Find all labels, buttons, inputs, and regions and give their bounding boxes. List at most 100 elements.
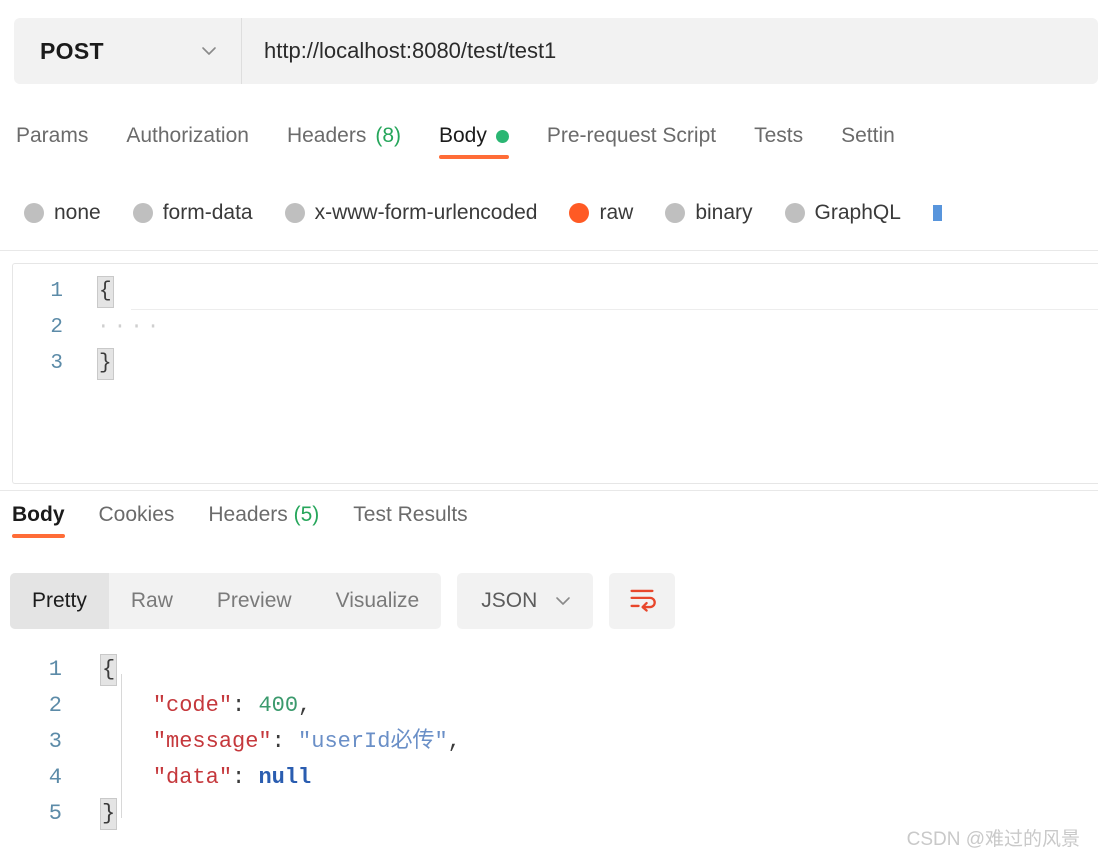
json-value-message: "userId必传" — [298, 729, 448, 754]
line-number: 3 — [48, 729, 62, 754]
body-type-form-data[interactable]: form-data — [132, 201, 253, 225]
request-code-area: 1 { 2 ···· 3 } — [13, 264, 1098, 382]
tab-headers-label: Headers — [286, 124, 367, 147]
view-mode-pretty-label: Pretty — [32, 589, 87, 612]
tab-body[interactable]: Body — [439, 112, 509, 164]
body-type-binary-label: binary — [695, 201, 753, 224]
code-token-brace: } — [100, 798, 118, 830]
radio-selected-icon — [569, 203, 590, 223]
response-tab-headers-label: Headers — [208, 503, 288, 526]
table-row: 4 "data" : null — [0, 760, 1098, 796]
response-tab-bar: Body Cookies Headers (5) Test Results — [0, 495, 1098, 549]
body-type-x-www-form-urlencoded[interactable]: x-www-form-urlencoded — [284, 201, 538, 225]
response-body-code[interactable]: 1 { 2 "code" : 400 , 3 "message" : "user… — [0, 652, 1098, 832]
indent-guide — [121, 674, 122, 818]
active-line-underline — [131, 309, 1098, 310]
table-row: 3 "message" : "userId必传" , — [0, 724, 1098, 760]
tab-authorization[interactable]: Authorization — [126, 112, 249, 164]
response-toolbar: Pretty Raw Preview Visualize JSON — [10, 573, 676, 629]
divider-body-top — [0, 250, 1098, 251]
url-input[interactable]: http://localhost:8080/test/test1 — [242, 18, 1098, 84]
tab-params[interactable]: Params — [16, 112, 88, 164]
code-token-brace: { — [97, 276, 114, 308]
body-type-raw-label: raw — [599, 201, 634, 224]
response-tab-cookies-label: Cookies — [98, 503, 175, 526]
green-dot-icon — [495, 129, 509, 143]
line-number: 5 — [48, 801, 62, 826]
code-line: 2 ···· — [13, 310, 1098, 346]
http-method-selector[interactable]: POST — [14, 18, 242, 84]
view-mode-visualize[interactable]: Visualize — [314, 573, 442, 629]
table-row: 2 "code" : 400 , — [0, 688, 1098, 724]
tab-headers-count: (8) — [375, 124, 401, 147]
line-number: 1 — [48, 657, 62, 682]
http-method-label: POST — [40, 37, 104, 64]
tab-tests-label: Tests — [754, 124, 804, 147]
response-tab-headers-count: (5) — [293, 503, 320, 526]
tab-tests[interactable]: Tests — [754, 112, 803, 164]
response-tab-headers[interactable]: Headers (5) — [208, 495, 319, 541]
tab-headers[interactable]: Headers (8) — [287, 112, 401, 164]
response-tab-body-label: Body — [12, 503, 65, 526]
body-type-none[interactable]: none — [24, 201, 101, 225]
body-type-graphql[interactable]: GraphQL — [784, 201, 901, 225]
json-value-code: 400 — [258, 693, 299, 718]
tab-pre-request-script[interactable]: Pre-request Script — [547, 112, 716, 164]
request-url-bar: POST http://localhost:8080/test/test1 — [14, 18, 1098, 84]
radio-icon — [24, 203, 44, 223]
tab-settings[interactable]: Settin — [841, 112, 895, 164]
request-tab-bar: Params Authorization Headers (8) Body Pr… — [0, 112, 1098, 174]
body-type-x-www-form-urlencoded-label: x-www-form-urlencoded — [314, 201, 538, 224]
response-view-mode-group: Pretty Raw Preview Visualize — [10, 573, 442, 629]
radio-icon — [132, 203, 153, 223]
tab-params-label: Params — [16, 124, 89, 147]
divider-response-top — [0, 490, 1098, 491]
request-body-editor[interactable]: 1 { 2 ···· 3 } — [12, 263, 1098, 484]
json-key-data: "data" — [152, 765, 233, 790]
word-wrap-toggle[interactable] — [609, 573, 676, 629]
response-format-select[interactable]: JSON — [457, 573, 594, 629]
tab-pre-request-script-label: Pre-request Script — [546, 124, 717, 147]
cut-off-control[interactable] — [932, 205, 942, 221]
line-number: 2 — [48, 693, 62, 718]
body-type-form-data-label: form-data — [162, 201, 253, 224]
radio-icon — [284, 203, 305, 223]
word-wrap-icon — [627, 584, 657, 619]
view-mode-preview-label: Preview — [216, 589, 292, 612]
radio-icon — [665, 203, 686, 223]
table-row: 1 { — [0, 652, 1098, 688]
line-number: 1 — [50, 280, 63, 303]
json-comma: , — [447, 729, 461, 754]
code-token-whitespace: ···· — [97, 316, 164, 339]
line-number: 4 — [48, 765, 62, 790]
code-line: 1 { — [13, 274, 1098, 310]
json-key-code: "code" — [152, 693, 233, 718]
body-type-graphql-label: GraphQL — [814, 201, 901, 224]
json-colon: : — [232, 765, 259, 790]
response-tab-body[interactable]: Body — [12, 495, 65, 541]
view-mode-pretty[interactable]: Pretty — [10, 573, 109, 629]
code-token-brace: } — [97, 348, 114, 380]
line-number: 3 — [50, 352, 63, 375]
response-format-label: JSON — [481, 589, 538, 612]
tab-settings-label: Settin — [841, 124, 895, 147]
chevron-down-icon — [553, 591, 573, 611]
json-value-data: null — [258, 765, 312, 790]
line-number: 2 — [50, 316, 63, 339]
view-mode-preview[interactable]: Preview — [195, 573, 314, 629]
json-colon: : — [232, 693, 259, 718]
code-token-brace: { — [100, 654, 118, 686]
chevron-down-icon — [199, 41, 219, 61]
body-type-binary[interactable]: binary — [665, 201, 753, 225]
response-tab-test-results[interactable]: Test Results — [353, 495, 467, 541]
response-tab-test-results-label: Test Results — [353, 503, 468, 526]
view-mode-raw[interactable]: Raw — [109, 573, 195, 629]
json-comma: , — [298, 693, 312, 718]
response-tab-cookies[interactable]: Cookies — [99, 495, 175, 541]
json-colon: : — [271, 729, 299, 754]
body-type-raw[interactable]: raw — [569, 201, 633, 225]
tab-authorization-label: Authorization — [126, 124, 249, 147]
